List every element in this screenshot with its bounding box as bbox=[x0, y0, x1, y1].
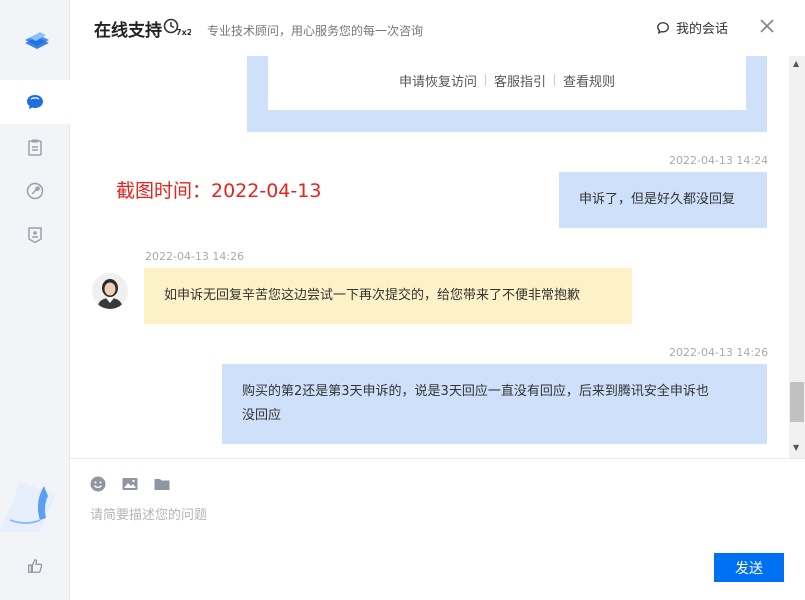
cloud-logo-icon bbox=[25, 32, 49, 49]
composer: 发送 bbox=[70, 458, 805, 600]
emoji-icon[interactable] bbox=[89, 475, 107, 493]
my-sessions-label: 我的会话 bbox=[676, 22, 729, 37]
folder-icon[interactable] bbox=[153, 475, 171, 493]
like-button[interactable] bbox=[0, 546, 70, 586]
subtitle: 专业技术顾问，用心服务您的每一次咨询 bbox=[207, 24, 424, 38]
sidebar-item-account[interactable] bbox=[0, 213, 70, 257]
agent-avatar bbox=[92, 273, 128, 309]
badge-icon bbox=[28, 227, 42, 244]
image-icon[interactable] bbox=[121, 475, 139, 493]
speech-bubble-icon bbox=[657, 21, 669, 34]
send-button[interactable]: 发送 bbox=[714, 553, 784, 582]
header: 在线支持 7x24 专业技术顾问，用心服务您的每一次咨询 我的会话 bbox=[70, 0, 805, 56]
scroll-thumb[interactable] bbox=[790, 382, 804, 422]
badge-text: 7x24 bbox=[176, 28, 191, 37]
chat-scrollbar[interactable]: ▲ ▼ bbox=[789, 56, 805, 458]
phone-decoration-icon bbox=[0, 482, 56, 532]
restore-access-link[interactable]: 申请恢复访问 bbox=[391, 71, 485, 90]
agent-message: 如申诉无回复辛苦您这边尝试一下再次提交的，给您带来了不便非常抱歉 bbox=[144, 268, 632, 324]
clipboard-icon bbox=[28, 139, 42, 156]
my-sessions-link[interactable]: 我的会话 bbox=[656, 18, 728, 37]
agent-avatar-image bbox=[92, 273, 128, 309]
page-title: 在线支持 bbox=[94, 21, 162, 41]
message-timestamp: 2022-04-13 14:26 bbox=[145, 250, 245, 263]
wrench-icon bbox=[26, 182, 44, 200]
support-guide-link[interactable]: 客服指引 bbox=[486, 71, 554, 90]
sidebar bbox=[0, 0, 70, 600]
message-input[interactable] bbox=[90, 503, 770, 527]
scroll-up-arrow-icon[interactable]: ▲ bbox=[793, 59, 799, 68]
user-message-line: 购买的第2还是第3天申诉的，说是3天回应一直没有回应，后来到腾讯安全申诉也 bbox=[242, 384, 709, 399]
close-icon[interactable] bbox=[758, 17, 776, 35]
sidebar-item-tickets[interactable] bbox=[0, 125, 70, 169]
view-rules-link[interactable]: 查看规则 bbox=[555, 71, 623, 90]
user-message: 申诉了，但是好久都没回复 bbox=[559, 172, 767, 228]
user-message-line: 没回应 bbox=[242, 408, 282, 423]
info-card-links: 申请恢复访问 客服指引 查看规则 bbox=[268, 56, 746, 110]
info-card: 申请恢复访问 客服指引 查看规则 bbox=[247, 56, 767, 132]
chat-panel: 申请恢复访问 客服指引 查看规则 2022-04-13 14:24 截图时间：2… bbox=[70, 56, 789, 458]
user-message: 购买的第2还是第3天申诉的，说是3天回应一直没有回应，后来到腾讯安全申诉也 没回… bbox=[222, 364, 767, 444]
chat-icon bbox=[27, 95, 43, 109]
sidebar-item-chat[interactable] bbox=[0, 80, 70, 124]
message-timestamp: 2022-04-13 14:26 bbox=[669, 346, 769, 359]
support-247-icon: 7x24 bbox=[163, 18, 191, 37]
thumbs-up-icon bbox=[28, 559, 43, 573]
screenshot-time-watermark: 截图时间：2022-04-13 bbox=[116, 180, 322, 202]
scroll-down-arrow-icon[interactable]: ▼ bbox=[793, 443, 799, 452]
sidebar-item-tools[interactable] bbox=[0, 169, 70, 213]
message-timestamp: 2022-04-13 14:24 bbox=[669, 154, 769, 167]
